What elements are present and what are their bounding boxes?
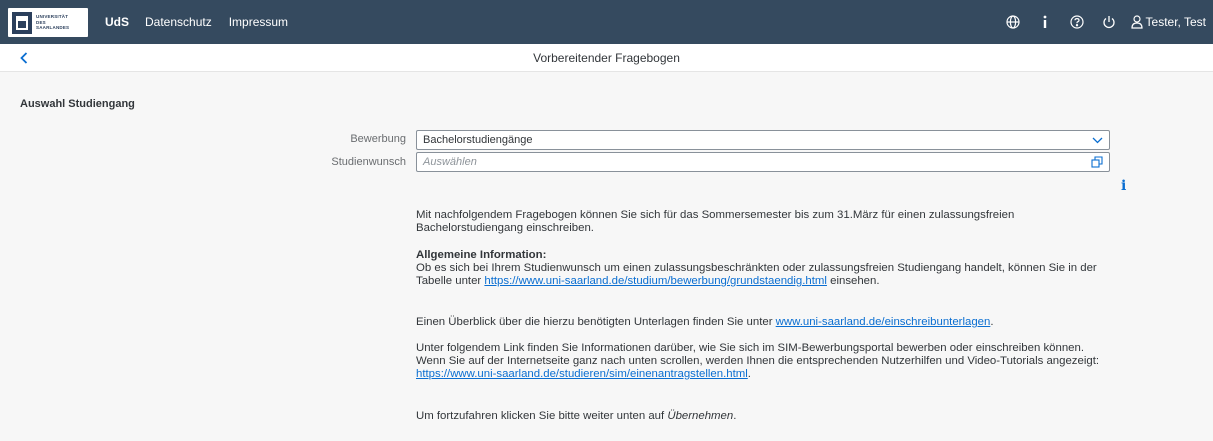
page-header: Vorbereitender Fragebogen	[0, 44, 1213, 72]
nav-link-uds[interactable]: UdS	[105, 15, 129, 29]
user-menu[interactable]: Tester, Test	[1125, 0, 1213, 44]
top-nav: UdS Datenschutz Impressum	[105, 0, 305, 44]
chevron-down-icon[interactable]	[1085, 131, 1109, 149]
studienwunsch-label: Studienwunsch	[331, 156, 406, 168]
page-title: Vorbereitender Fragebogen	[533, 51, 680, 65]
einschreibunterlagen-link[interactable]: www.uni-saarland.de/einschreibunterlagen	[776, 316, 991, 328]
continue-hint: Um fortzufahren klicken Sie bitte weiter…	[416, 410, 737, 422]
studienwunsch-input[interactable]: Auswählen	[416, 152, 1110, 172]
power-icon[interactable]	[1093, 0, 1125, 44]
shell-actions: Tester, Test	[997, 0, 1213, 44]
bewerbung-select[interactable]: Bachelorstudiengänge	[416, 130, 1110, 150]
user-icon	[1130, 15, 1143, 29]
user-name: Tester, Test	[1145, 15, 1206, 29]
help-icon[interactable]	[1061, 0, 1093, 44]
value-help-icon[interactable]	[1085, 153, 1109, 171]
globe-icon[interactable]	[997, 0, 1029, 44]
intro-text: Mit nachfolgendem Fragebogen können Sie …	[416, 209, 1015, 234]
sim-info-text: Unter folgendem Link finden Sie Informat…	[416, 342, 1100, 380]
university-logo[interactable]: UNIVERSITÄT DES SAARLANDES	[8, 8, 88, 37]
general-info-heading: Allgemeine Information:	[416, 249, 547, 261]
studienwunsch-placeholder: Auswählen	[423, 156, 477, 168]
section-title: Auswahl Studiengang	[20, 98, 135, 110]
bewerbung-label: Bewerbung	[350, 133, 406, 145]
info-icon[interactable]: i	[1121, 178, 1131, 194]
nav-link-impressum[interactable]: Impressum	[229, 15, 288, 29]
overview-text: Einen Überblick über die hierzu benötigt…	[416, 316, 994, 328]
general-info: Allgemeine Information: Ob es sich bei I…	[416, 249, 1097, 287]
grundstaendig-link[interactable]: https://www.uni-saarland.de/studium/bewe…	[484, 275, 827, 287]
logo-text: UNIVERSITÄT DES SAARLANDES	[36, 14, 70, 31]
antragstellen-link[interactable]: https://www.uni-saarland.de/studieren/si…	[416, 368, 748, 380]
bewerbung-value: Bachelorstudiengänge	[423, 134, 533, 146]
nav-link-datenschutz[interactable]: Datenschutz	[145, 15, 212, 29]
university-seal-icon	[12, 11, 32, 34]
shell-bar: UNIVERSITÄT DES SAARLANDES UdS Datenschu…	[0, 0, 1213, 44]
info-icon[interactable]	[1029, 0, 1061, 44]
